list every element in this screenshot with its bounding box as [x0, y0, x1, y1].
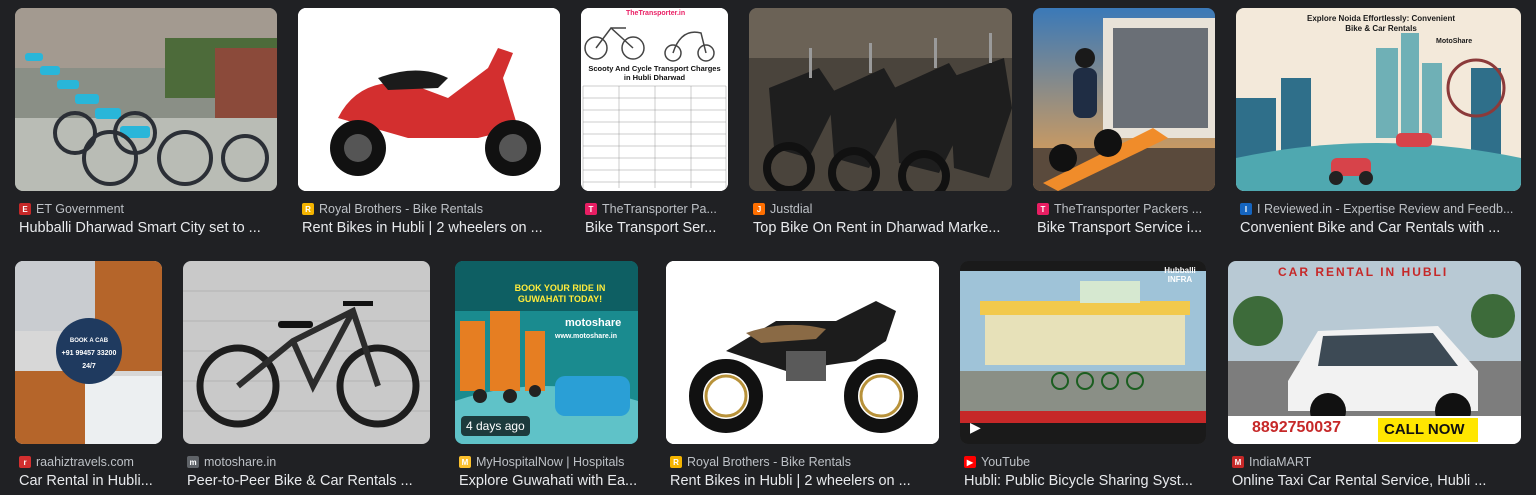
result-title[interactable]: Explore Guwahati with Ea... — [459, 473, 638, 489]
result-source[interactable]: R Royal Brothers - Bike Rentals — [302, 201, 560, 217]
image-result-card[interactable]: m motoshare.in Peer-to-Peer Bike & Car R… — [183, 261, 430, 489]
thumb-site-label: TheTransporter.in — [626, 10, 686, 17]
thumb-cta: CALL NOW — [1384, 421, 1465, 438]
result-thumbnail[interactable] — [666, 261, 939, 444]
result-source[interactable]: M IndiaMART — [1232, 454, 1521, 470]
image-result-card[interactable]: BOOK YOUR RIDE IN GUWAHATI TODAY! motosh… — [455, 261, 638, 489]
result-thumbnail[interactable]: CAR RENTAL IN HUBLI 8892750037 CALL NOW — [1228, 261, 1521, 444]
thumb-heading: CAR RENTAL IN HUBLI — [1278, 265, 1449, 279]
thumb-heading: Scooty And Cycle Transport Charges in Hu… — [588, 64, 721, 82]
transport-charges-table-image — [581, 8, 728, 191]
thumb-brand: motoshare — [565, 317, 622, 329]
noida-rentals-illustration — [1236, 8, 1521, 191]
result-thumbnail[interactable] — [1033, 8, 1215, 191]
thumb-heading: BOOK YOUR RIDE IN GUWAHATI TODAY! — [514, 283, 606, 304]
bike-loading-truck-image — [1033, 8, 1215, 191]
result-title[interactable]: Rent Bikes in Hubli | 2 wheelers on ... — [670, 473, 939, 489]
result-source[interactable]: E ET Government — [19, 201, 277, 217]
source-name: TheTransporter Pa... — [602, 202, 717, 216]
result-source[interactable]: J Justdial — [753, 201, 1012, 217]
result-thumbnail[interactable] — [15, 8, 277, 191]
result-title[interactable]: Hubballi Dharwad Smart City set to ... — [19, 220, 277, 236]
image-result-card[interactable]: E ET Government Hubballi Dharwad Smart C… — [15, 8, 277, 236]
result-title[interactable]: Hubli: Public Bicycle Sharing Syst... — [964, 473, 1206, 489]
source-name: IndiaMART — [1249, 455, 1312, 469]
result-source[interactable]: r raahiztravels.com — [19, 454, 162, 470]
transporter-icon: T — [585, 203, 597, 215]
black-motorcycle-image — [666, 261, 939, 444]
result-title[interactable]: Rent Bikes in Hubli | 2 wheelers on ... — [302, 220, 560, 236]
result-thumbnail[interactable] — [298, 8, 560, 191]
image-result-card[interactable]: CAR RENTAL IN HUBLI 8892750037 CALL NOW … — [1228, 261, 1521, 489]
mountain-bike-image — [183, 261, 430, 444]
date-badge: 4 days ago — [461, 416, 530, 436]
thumb-phone: +91 99457 33200 — [61, 350, 117, 357]
result-title[interactable]: Top Bike On Rent in Dharwad Marke... — [753, 220, 1012, 236]
thumb-heading: Explore Noida Effortlessly: Convenient B… — [1306, 14, 1456, 33]
transporter-icon: T — [1037, 203, 1049, 215]
image-result-card[interactable]: Hubballi INFRA ▶ ▶ YouTube Hubli: Public… — [960, 261, 1206, 489]
source-name: MyHospitalNow | Hospitals — [476, 455, 625, 469]
royal-brothers-icon: R — [302, 203, 314, 215]
raahiz-icon: r — [19, 456, 31, 468]
image-result-card[interactable]: TheTransporter.in Scooty And Cycle Trans… — [581, 8, 728, 236]
result-source[interactable]: T TheTransporter Packers ... — [1037, 201, 1215, 217]
thumb-text: 24/7 — [82, 363, 96, 370]
result-thumbnail[interactable]: Hubballi INFRA ▶ — [960, 261, 1206, 444]
royal-brothers-icon: R — [670, 456, 682, 468]
youtube-icon: ▶ — [964, 456, 976, 468]
bicycle-sharing-station-image — [960, 261, 1206, 444]
result-source[interactable]: T TheTransporter Pa... — [585, 201, 728, 217]
result-thumbnail[interactable]: BOOK A CAB +91 99457 33200 24/7 — [15, 261, 162, 444]
result-title[interactable]: Peer-to-Peer Bike & Car Rentals ... — [187, 473, 430, 489]
result-title[interactable]: Online Taxi Car Rental Service, Hubli ..… — [1232, 473, 1521, 489]
result-source[interactable]: R Royal Brothers - Bike Rentals — [670, 454, 939, 470]
source-name: motoshare.in — [204, 455, 277, 469]
image-result-card[interactable]: R Royal Brothers - Bike Rentals Rent Bik… — [298, 8, 560, 236]
thumb-url: www.motoshare.in — [555, 333, 617, 340]
source-name: TheTransporter Packers ... — [1054, 202, 1203, 216]
image-result-card[interactable]: J Justdial Top Bike On Rent in Dharwad M… — [749, 8, 1012, 236]
result-title[interactable]: Bike Transport Ser... — [585, 220, 728, 236]
result-source[interactable]: m motoshare.in — [187, 454, 430, 470]
result-title[interactable]: Bike Transport Service i... — [1037, 220, 1215, 236]
result-source[interactable]: I I Reviewed.in - Expertise Review and F… — [1240, 201, 1521, 217]
bicycle-station-image — [15, 8, 277, 191]
play-icon[interactable]: ▶ — [970, 419, 981, 436]
result-title[interactable]: Convenient Bike and Car Rentals with ... — [1240, 220, 1521, 236]
image-result-card[interactable]: BOOK A CAB +91 99457 33200 24/7 r raahiz… — [15, 261, 162, 489]
motoshare-icon: m — [187, 456, 199, 468]
justdial-icon: J — [753, 203, 765, 215]
indiamart-icon: M — [1232, 456, 1244, 468]
source-name: Justdial — [770, 202, 813, 216]
result-thumbnail[interactable]: TheTransporter.in Scooty And Cycle Trans… — [581, 8, 728, 191]
source-name: ET Government — [36, 202, 125, 216]
result-source[interactable]: ▶ YouTube — [964, 454, 1206, 470]
thumb-brand: Hubballi INFRA — [1164, 266, 1196, 284]
thumb-phone: 8892750037 — [1252, 419, 1341, 436]
source-name: raahiztravels.com — [36, 455, 134, 469]
myhospitalnow-icon: M — [459, 456, 471, 468]
result-thumbnail[interactable]: BOOK YOUR RIDE IN GUWAHATI TODAY! motosh… — [455, 261, 638, 444]
result-thumbnail[interactable] — [749, 8, 1012, 191]
image-result-card[interactable]: T TheTransporter Packers ... Bike Transp… — [1033, 8, 1215, 236]
source-name: Royal Brothers - Bike Rentals — [319, 202, 483, 216]
source-name: Royal Brothers - Bike Rentals — [687, 455, 851, 469]
et-icon: E — [19, 203, 31, 215]
motorcycles-row-image — [749, 8, 1012, 191]
result-thumbnail[interactable] — [183, 261, 430, 444]
source-name: YouTube — [981, 455, 1031, 469]
red-scooter-image — [298, 8, 560, 191]
result-title[interactable]: Car Rental in Hubli... — [19, 473, 162, 489]
white-car-rental-image — [1228, 261, 1521, 444]
result-source[interactable]: M MyHospitalNow | Hospitals — [459, 454, 638, 470]
result-thumbnail[interactable]: Explore Noida Effortlessly: Convenient B… — [1236, 8, 1521, 191]
thumb-brand: MotoShare — [1436, 38, 1473, 45]
thumb-text: BOOK A CAB — [69, 338, 109, 344]
image-result-card[interactable]: R Royal Brothers - Bike Rentals Rent Bik… — [666, 261, 939, 489]
ireviewed-icon: I — [1240, 203, 1252, 215]
source-name: I Reviewed.in - Expertise Review and Fee… — [1257, 202, 1514, 216]
image-result-card[interactable]: Explore Noida Effortlessly: Convenient B… — [1236, 8, 1521, 236]
